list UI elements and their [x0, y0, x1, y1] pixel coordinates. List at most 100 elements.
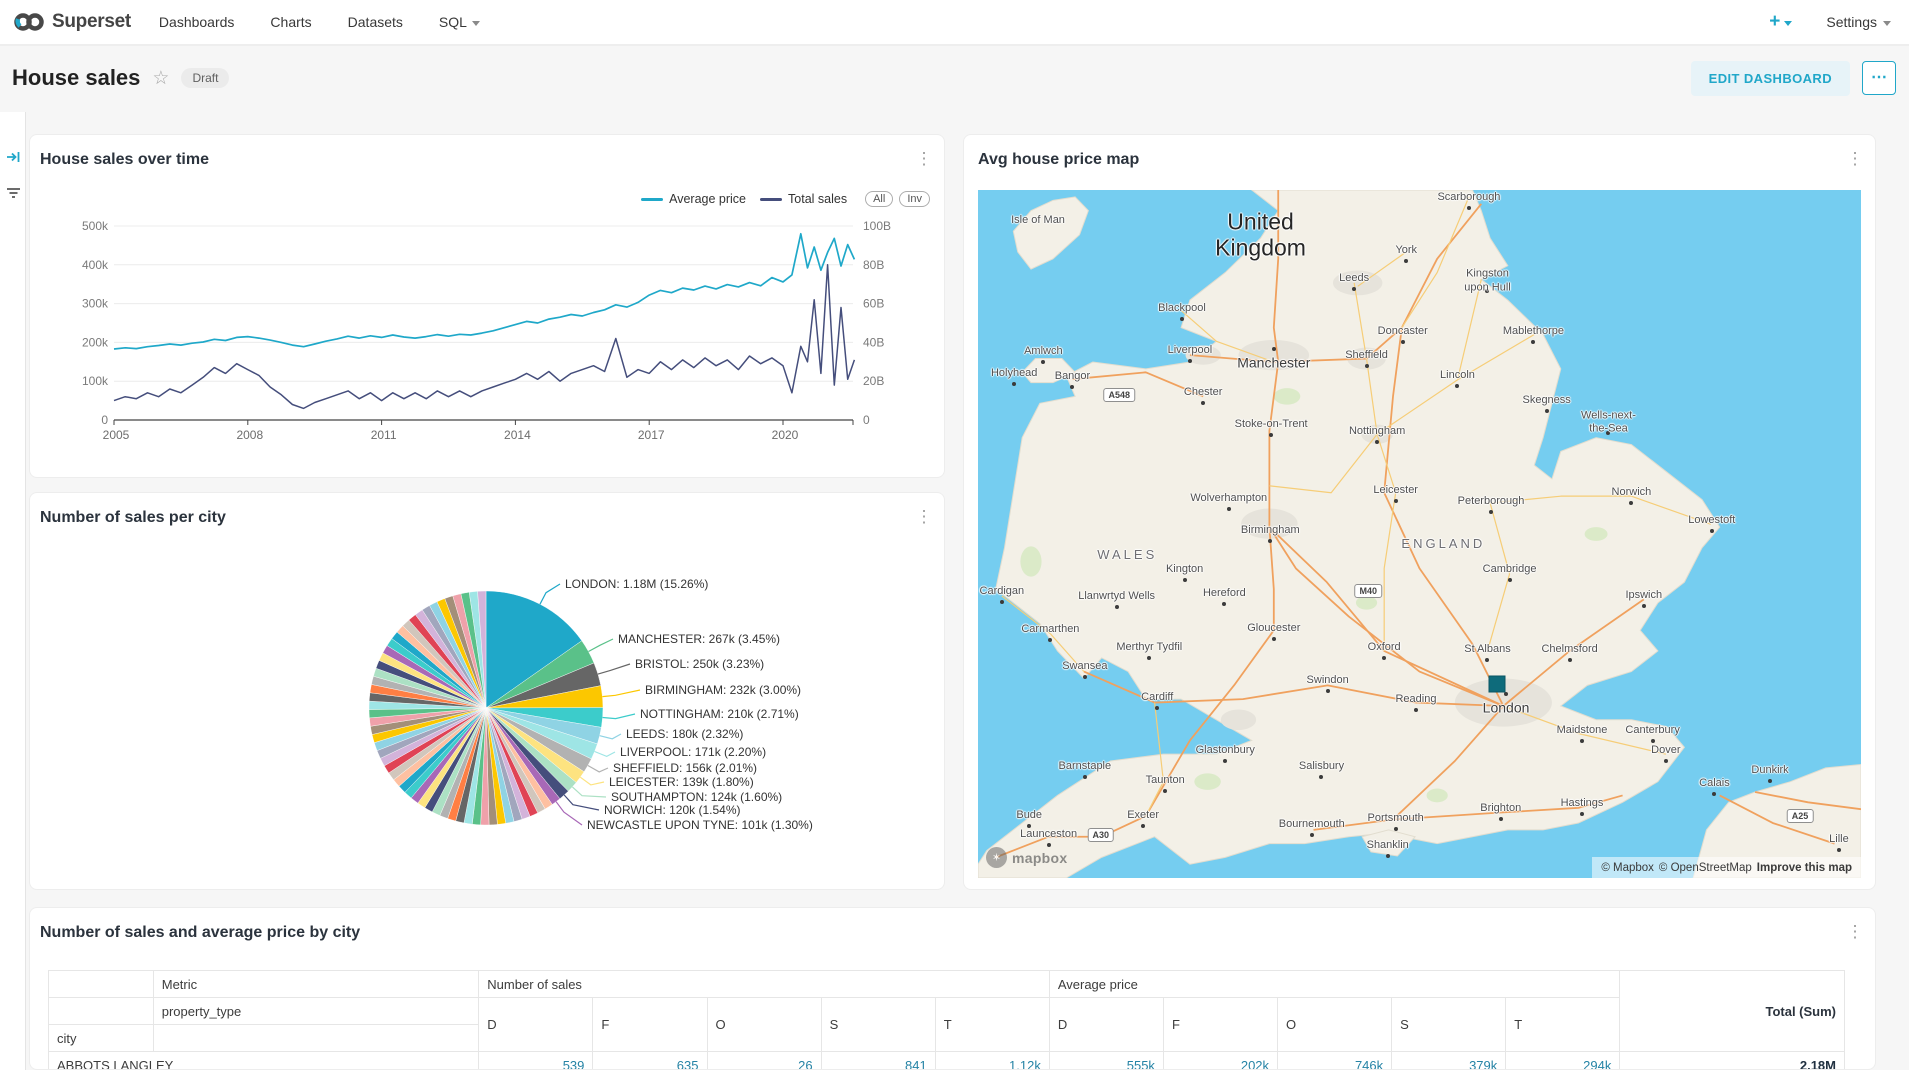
nav-dashboards[interactable]: Dashboards [159, 14, 235, 30]
new-item-button[interactable]: + [1769, 11, 1792, 33]
map-label-chester: Chester [1184, 386, 1223, 400]
map-city-dot [1272, 637, 1276, 641]
favorite-star-icon[interactable]: ☆ [152, 67, 169, 90]
y-left-tick: 300k [82, 297, 109, 311]
settings-menu[interactable]: Settings [1826, 14, 1891, 30]
map-label-bangor: Bangor [1055, 370, 1090, 384]
pivot-subcolumn-header: S [1392, 998, 1506, 1052]
map-city-dot [1041, 360, 1045, 364]
pivot-subcolumn-header: O [707, 998, 821, 1052]
pivot-row-total: 2.18M [1620, 1052, 1845, 1070]
y-left-tick: 400k [82, 258, 109, 272]
map-city-dot [1048, 638, 1052, 642]
map-label-calais: Calais [1699, 778, 1730, 792]
map-label-chelmsford: Chelmsford [1541, 643, 1597, 657]
pivot-value-cell: 746k [1278, 1052, 1392, 1070]
legend-swatch [760, 198, 782, 201]
pivot-value-cell: 635 [593, 1052, 707, 1070]
map-label-london: London [1483, 699, 1530, 717]
attribution-osm[interactable]: © OpenStreetMap [1659, 862, 1752, 874]
map-label-swindon: Swindon [1307, 674, 1349, 688]
map-label-cambridge: Cambridge [1483, 564, 1537, 578]
pivot-value-cell: 294k [1506, 1052, 1620, 1070]
map-city-dot [1141, 824, 1145, 828]
attribution-mapbox[interactable]: © Mapbox [1601, 862, 1654, 874]
y-right-tick: 0 [863, 413, 870, 427]
map-label-wells-next-: Wells-next- the-Sea [1581, 409, 1636, 437]
pivot-property-type-header: property_type [153, 998, 479, 1025]
map-label-reading: Reading [1395, 694, 1436, 708]
filter-funnel-icon [6, 186, 21, 200]
map-price-marker[interactable] [1489, 675, 1506, 692]
map-city-dot [1485, 658, 1489, 662]
x-axis-tick: 2017 [638, 428, 665, 442]
mapbox-circle-icon: ✶ [986, 847, 1007, 868]
map-city-dot [1455, 384, 1459, 388]
map-label-launceston: Launceston [1020, 828, 1077, 842]
legend-average-price[interactable]: Average price [641, 192, 746, 206]
y-left-tick: 200k [82, 335, 109, 349]
filter-icon-button[interactable] [0, 178, 26, 208]
plus-icon: + [1769, 11, 1780, 33]
y-left-tick: 0 [101, 413, 108, 427]
pivot-subcolumn-header: F [593, 998, 707, 1052]
legend-total-sales[interactable]: Total sales [760, 192, 847, 206]
map-label-st-albans: St Albans [1464, 643, 1510, 657]
pivot-subcolumn-header: T [1506, 998, 1620, 1052]
nav-charts[interactable]: Charts [270, 14, 311, 30]
improve-map-link[interactable]: Improve this map [1757, 862, 1852, 874]
map-city-dot [1642, 604, 1646, 608]
map-label-birmingham: Birmingham [1241, 524, 1300, 538]
map-city-dot [1712, 792, 1716, 796]
map-label-kington: Kington [1166, 563, 1203, 577]
road-badge-a25: A25 [1787, 809, 1814, 823]
map-canvas[interactable]: United KingdomENGLANDWALESLondonManchest… [978, 190, 1861, 878]
map-city-dot [1382, 656, 1386, 660]
nav-datasets[interactable]: Datasets [348, 14, 403, 30]
map-label-mablethorpe: Mablethorpe [1503, 326, 1564, 340]
map-label-stoke-on-trent: Stoke-on-Trent [1235, 418, 1308, 432]
map-city-dot [1489, 510, 1493, 514]
brand-name: Superset [52, 11, 131, 33]
pivot-subcolumn-header: S [821, 998, 935, 1052]
pie-chart-canvas[interactable]: LONDON: 1.18M (15.26%)MANCHESTER: 267k (… [30, 493, 945, 890]
map-city-dot [1083, 775, 1087, 779]
map-city-dot [1115, 605, 1119, 609]
chart-menu-kebab-icon[interactable]: ⋮ [1845, 922, 1865, 942]
map-city-dot [1180, 317, 1184, 321]
zoom-invert-button[interactable]: Inv [899, 191, 930, 207]
line-chart-canvas[interactable]: 00100k20B200k40B300k60B400k80B500k100B20… [30, 135, 945, 478]
chart-title: Number of sales and average price by cit… [40, 924, 360, 942]
pivot-metric-group-header: Average price [1049, 971, 1620, 998]
map-label-lowestoft: Lowestoft [1688, 514, 1735, 528]
y-left-tick: 100k [82, 374, 109, 388]
pivot-value-cell: 202k [1163, 1052, 1277, 1070]
mapbox-logo[interactable]: ✶ mapbox [986, 847, 1067, 868]
nav-sql-menu[interactable]: SQL [439, 14, 480, 30]
pie-label: BRISTOL: 250k (3.23%) [635, 657, 764, 671]
map-label-doncaster: Doncaster [1378, 326, 1428, 340]
zoom-all-button[interactable]: All [865, 191, 893, 207]
map-city-dot [1629, 501, 1633, 505]
map-city-dot [1499, 817, 1503, 821]
pivot-value-cell: 841 [821, 1052, 935, 1070]
map-label-blackpool: Blackpool [1158, 302, 1206, 316]
dashboard-more-button[interactable]: ⋯ [1862, 61, 1896, 95]
map-city-dot [1504, 692, 1508, 696]
dashboard-header: House sales ☆ Draft EDIT DASHBOARD ⋯ [0, 46, 1909, 110]
map-city-dot [1201, 401, 1205, 405]
map-label-swansea: Swansea [1062, 660, 1107, 674]
map-city-dot [1651, 739, 1655, 743]
chevron-down-icon [472, 21, 480, 26]
map-city-dot [1147, 656, 1151, 660]
edit-dashboard-button[interactable]: EDIT DASHBOARD [1691, 61, 1850, 96]
y-right-tick: 40B [863, 335, 884, 349]
expand-filter-bar-button[interactable] [0, 142, 26, 172]
pivot-metric-group-header: Number of sales [479, 971, 1050, 998]
map-label-ipswich: Ipswich [1625, 589, 1662, 603]
map-label-barnstaple: Barnstaple [1059, 760, 1112, 774]
superset-logo[interactable]: Superset [14, 11, 131, 33]
y-right-tick: 60B [863, 297, 884, 311]
pivot-row-city: ABBOTS LANGLEY [49, 1052, 479, 1070]
chart-menu-kebab-icon[interactable]: ⋮ [1845, 149, 1865, 169]
